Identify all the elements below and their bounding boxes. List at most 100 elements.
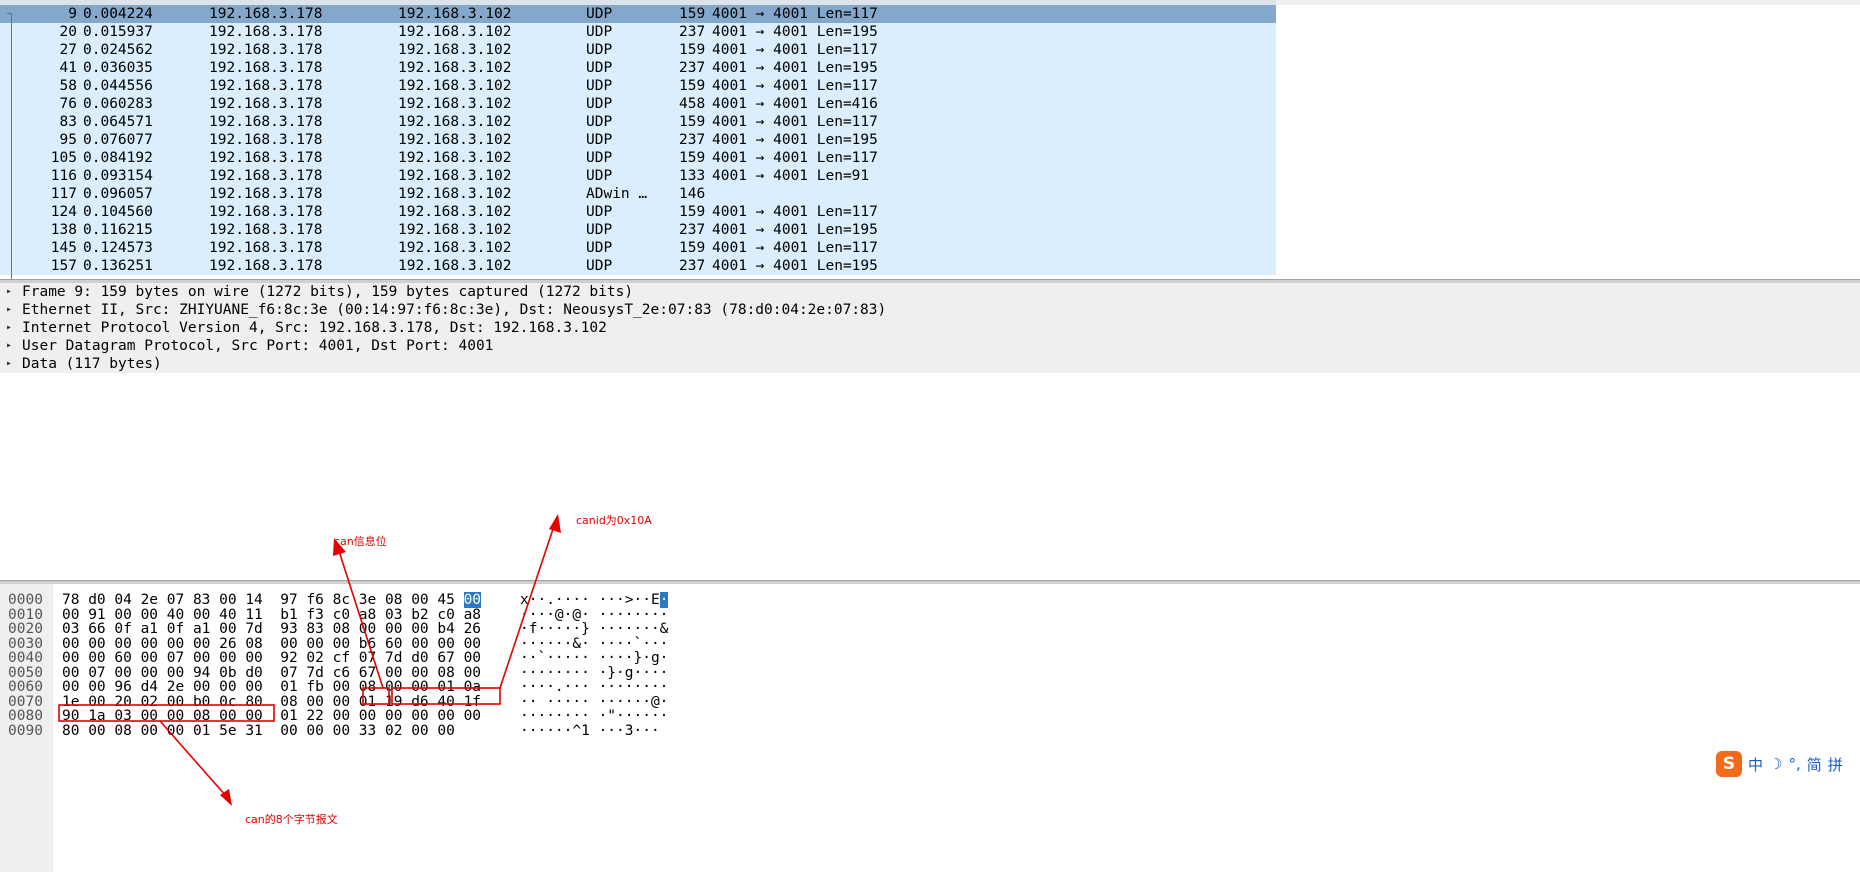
detail-tree-item[interactable]: ▸ User Datagram Protocol, Src Port: 4001,… [0, 337, 1860, 355]
packet-protocol: UDP [586, 42, 613, 58]
packet-info: 4001 → 4001 Len=195 [712, 132, 878, 148]
packet-length: 146 [679, 186, 706, 202]
packet-source: 192.168.3.178 [209, 204, 323, 220]
packet-length: 237 [679, 24, 706, 40]
packet-protocol: UDP [586, 150, 613, 166]
packet-source: 192.168.3.178 [209, 240, 323, 256]
packet-length: 159 [679, 78, 706, 94]
packet-source: 192.168.3.178 [209, 150, 323, 166]
packet-row[interactable]: 124 0.104560 192.168.3.178 192.168.3.102 UDP… [0, 203, 1276, 221]
packet-destination: 192.168.3.102 [398, 114, 512, 130]
packet-length: 237 [679, 258, 706, 274]
packet-info: 4001 → 4001 Len=195 [712, 258, 878, 274]
punctuation-icon[interactable]: °, [1788, 755, 1800, 773]
packet-info: 4001 → 4001 Len=117 [712, 204, 878, 220]
packet-length: 159 [679, 42, 706, 58]
packet-row[interactable]: 20 0.015937 192.168.3.178 192.168.3.102 UDP 2… [0, 23, 1276, 41]
packet-time: 0.064571 [83, 114, 153, 130]
packet-time: 0.136251 [83, 258, 153, 274]
ime-mode-chinese[interactable]: 中 [1748, 754, 1763, 775]
packet-source: 192.168.3.178 [209, 96, 323, 112]
detail-tree-item[interactable]: ▸ Frame 9: 159 bytes on wire (1272 bits),… [0, 283, 1860, 301]
detail-tree-label: Data (117 bytes) [22, 356, 162, 372]
packet-destination: 192.168.3.102 [398, 240, 512, 256]
annotation-can-bytes: can的8个字节报文 [245, 813, 338, 826]
packet-details-pane[interactable]: ▸ Frame 9: 159 bytes on wire (1272 bits),… [0, 283, 1860, 581]
packet-source: 192.168.3.178 [209, 78, 323, 94]
packet-list-rows: 9 0.004224 192.168.3.178 192.168.3.102 UDP 15… [0, 5, 1276, 275]
packet-time: 0.004224 [83, 6, 153, 22]
packet-protocol: UDP [586, 6, 613, 22]
byte-hex[interactable]: 80 00 08 00 00 01 5e 31 00 00 00 33 02 0… [62, 723, 455, 740]
packet-protocol: UDP [586, 258, 613, 274]
packet-length: 237 [679, 222, 706, 238]
packet-time: 0.024562 [83, 42, 153, 58]
packet-row[interactable]: 9 0.004224 192.168.3.178 192.168.3.102 UDP 15… [0, 5, 1276, 23]
packet-time: 0.124573 [83, 240, 153, 256]
expand-arrow-icon[interactable]: ▸ [6, 319, 12, 337]
packet-destination: 192.168.3.102 [398, 168, 512, 184]
detail-tree-label: Frame 9: 159 bytes on wire (1272 bits), … [22, 284, 634, 300]
sogou-logo-icon[interactable]: S [1716, 751, 1742, 777]
packet-source: 192.168.3.178 [209, 60, 323, 76]
packet-time: 0.060283 [83, 96, 153, 112]
packet-time: 0.116215 [83, 222, 153, 238]
packet-row[interactable]: 138 0.116215 192.168.3.178 192.168.3.102 UDP… [0, 221, 1276, 239]
expand-arrow-icon[interactable]: ▸ [6, 283, 12, 301]
packet-time: 0.093154 [83, 168, 153, 184]
packet-bytes-pane[interactable]: 0000 78 d0 04 2e 07 83 00 14 97 f6 8c 3e … [0, 584, 1860, 872]
packet-row[interactable]: 117 0.096057 192.168.3.178 192.168.3.102 ADw… [0, 185, 1276, 203]
packet-destination: 192.168.3.102 [398, 222, 512, 238]
ime-pinyin[interactable]: 拼 [1828, 754, 1843, 775]
packet-row[interactable]: 157 0.136251 192.168.3.178 192.168.3.102 UDP… [0, 257, 1276, 275]
packet-length: 159 [679, 6, 706, 22]
byte-ascii[interactable]: ······^1 ···3··· [520, 723, 660, 740]
packet-destination: 192.168.3.102 [398, 204, 512, 220]
packet-row[interactable]: 41 0.036035 192.168.3.178 192.168.3.102 UDP 2… [0, 59, 1276, 77]
packet-destination: 192.168.3.102 [398, 96, 512, 112]
conversation-bracket-line [11, 13, 12, 279]
detail-tree-label: Internet Protocol Version 4, Src: 192.16… [22, 320, 607, 336]
packet-list-pane[interactable]: 9 0.004224 192.168.3.178 192.168.3.102 UDP 15… [0, 0, 1860, 281]
packet-row[interactable]: 95 0.076077 192.168.3.178 192.168.3.102 UDP 2… [0, 131, 1276, 149]
ime-toolbar[interactable]: S 中 ☽ °, 简 拼 [1716, 750, 1843, 778]
packet-row[interactable]: 27 0.024562 192.168.3.178 192.168.3.102 UDP 1… [0, 41, 1276, 59]
packet-destination: 192.168.3.102 [398, 78, 512, 94]
packet-info: 4001 → 4001 Len=117 [712, 78, 878, 94]
packet-time: 0.036035 [83, 60, 153, 76]
moon-icon[interactable]: ☽ [1769, 755, 1782, 773]
packet-length: 237 [679, 60, 706, 76]
packet-row[interactable]: 105 0.084192 192.168.3.178 192.168.3.102 UDP… [0, 149, 1276, 167]
packet-row[interactable]: 58 0.044556 192.168.3.178 192.168.3.102 UDP 1… [0, 77, 1276, 95]
annotation-can-info: can信息位 [334, 535, 387, 548]
packet-info: 4001 → 4001 Len=91 [712, 168, 870, 184]
packet-length: 458 [679, 96, 706, 112]
packet-source: 192.168.3.178 [209, 222, 323, 238]
packet-row[interactable]: 83 0.064571 192.168.3.178 192.168.3.102 UDP 1… [0, 113, 1276, 131]
packet-row[interactable]: 116 0.093154 192.168.3.178 192.168.3.102 UDP… [0, 167, 1276, 185]
packet-time: 0.104560 [83, 204, 153, 220]
byte-row[interactable]: 0090 80 00 08 00 00 01 5e 31 00 00 00 33 … [0, 723, 700, 740]
packet-info: 4001 → 4001 Len=117 [712, 42, 878, 58]
packet-row[interactable]: 76 0.060283 192.168.3.178 192.168.3.102 UDP 4… [0, 95, 1276, 113]
packet-destination: 192.168.3.102 [398, 42, 512, 58]
packet-length: 159 [679, 204, 706, 220]
detail-tree-item[interactable]: ▸ Ethernet II, Src: ZHIYUANE_f6:8c:3e (00… [0, 301, 1860, 319]
packet-info: 4001 → 4001 Len=416 [712, 96, 878, 112]
packet-protocol: UDP [586, 114, 613, 130]
expand-arrow-icon[interactable]: ▸ [6, 301, 12, 319]
packet-destination: 192.168.3.102 [398, 258, 512, 274]
expand-arrow-icon[interactable]: ▸ [6, 355, 12, 373]
packet-row[interactable]: 145 0.124573 192.168.3.178 192.168.3.102 UDP… [0, 239, 1276, 257]
byte-offset: 0090 [8, 722, 43, 739]
expand-arrow-icon[interactable]: ▸ [6, 337, 12, 355]
packet-destination: 192.168.3.102 [398, 6, 512, 22]
packet-info: 4001 → 4001 Len=117 [712, 240, 878, 256]
ime-simplified[interactable]: 简 [1807, 754, 1822, 775]
packet-protocol: UDP [586, 168, 613, 184]
detail-tree-item[interactable]: ▸ Internet Protocol Version 4, Src: 192.1… [0, 319, 1860, 337]
packet-length: 133 [679, 168, 706, 184]
detail-tree-item[interactable]: ▸ Data (117 bytes) [0, 355, 1860, 373]
packet-source: 192.168.3.178 [209, 6, 323, 22]
packet-info: 4001 → 4001 Len=117 [712, 114, 878, 130]
